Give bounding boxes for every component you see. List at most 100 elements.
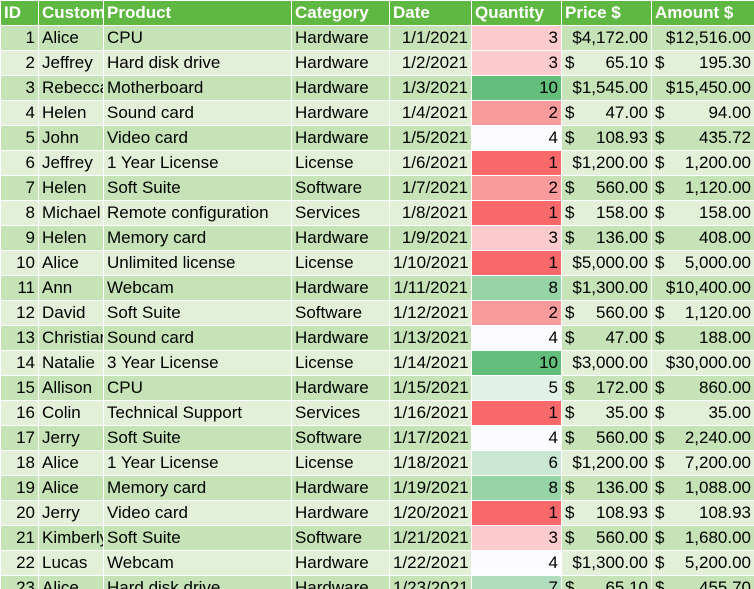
cell-id[interactable]: 20 bbox=[0, 500, 39, 526]
column-header-product[interactable]: Product bbox=[103, 0, 292, 26]
cell-id[interactable]: 15 bbox=[0, 375, 39, 401]
cell-product[interactable]: 1 Year License bbox=[103, 450, 292, 476]
cell-id[interactable]: 3 bbox=[0, 75, 39, 101]
cell-date[interactable]: 1/6/2021 bbox=[389, 150, 472, 176]
cell-amount[interactable]: $1,680.00 bbox=[651, 525, 754, 551]
cell-quantity[interactable]: 3 bbox=[471, 225, 562, 251]
cell-category[interactable]: Hardware bbox=[291, 500, 390, 526]
cell-category[interactable]: Hardware bbox=[291, 575, 390, 589]
cell-amount[interactable]: $195.30 bbox=[651, 50, 754, 76]
cell-customer[interactable]: Jeffrey bbox=[38, 150, 104, 176]
cell-customer[interactable]: Jerry bbox=[38, 500, 104, 526]
cell-customer[interactable]: Allison bbox=[38, 375, 104, 401]
column-header-price[interactable]: Price $ bbox=[561, 0, 652, 26]
cell-quantity[interactable]: 1 bbox=[471, 250, 562, 276]
cell-quantity[interactable]: 5 bbox=[471, 375, 562, 401]
cell-customer[interactable]: John bbox=[38, 125, 104, 151]
cell-amount[interactable]: $7,200.00 bbox=[651, 450, 754, 476]
column-header-id[interactable]: ID bbox=[0, 0, 39, 26]
column-header-customer[interactable]: Custome bbox=[38, 0, 104, 26]
cell-price[interactable]: $1,300.00 bbox=[561, 275, 652, 301]
cell-quantity[interactable]: 4 bbox=[471, 550, 562, 576]
cell-amount[interactable]: $35.00 bbox=[651, 400, 754, 426]
cell-category[interactable]: Services bbox=[291, 400, 390, 426]
cell-category[interactable]: Software bbox=[291, 425, 390, 451]
cell-amount[interactable]: $2,240.00 bbox=[651, 425, 754, 451]
cell-product[interactable]: Motherboard bbox=[103, 75, 292, 101]
cell-date[interactable]: 1/1/2021 bbox=[389, 25, 472, 51]
cell-product[interactable]: CPU bbox=[103, 25, 292, 51]
cell-id[interactable]: 9 bbox=[0, 225, 39, 251]
cell-category[interactable]: Hardware bbox=[291, 100, 390, 126]
cell-product[interactable]: Soft Suite bbox=[103, 525, 292, 551]
cell-quantity[interactable]: 3 bbox=[471, 525, 562, 551]
cell-price[interactable]: $136.00 bbox=[561, 225, 652, 251]
cell-price[interactable]: $158.00 bbox=[561, 200, 652, 226]
cell-product[interactable]: Hard disk drive bbox=[103, 575, 292, 589]
column-header-category[interactable]: Category bbox=[291, 0, 390, 26]
cell-id[interactable]: 17 bbox=[0, 425, 39, 451]
cell-category[interactable]: Services bbox=[291, 200, 390, 226]
cell-customer[interactable]: Helen bbox=[38, 225, 104, 251]
cell-category[interactable]: Hardware bbox=[291, 225, 390, 251]
cell-price[interactable]: $1,200.00 bbox=[561, 150, 652, 176]
cell-id[interactable]: 13 bbox=[0, 325, 39, 351]
cell-price[interactable]: $172.00 bbox=[561, 375, 652, 401]
cell-product[interactable]: Sound card bbox=[103, 100, 292, 126]
cell-product[interactable]: Soft Suite bbox=[103, 425, 292, 451]
cell-amount[interactable]: $94.00 bbox=[651, 100, 754, 126]
cell-date[interactable]: 1/4/2021 bbox=[389, 100, 472, 126]
cell-date[interactable]: 1/13/2021 bbox=[389, 325, 472, 351]
cell-price[interactable]: $560.00 bbox=[561, 300, 652, 326]
column-header-date[interactable]: Date bbox=[389, 0, 472, 26]
cell-price[interactable]: $1,545.00 bbox=[561, 75, 652, 101]
cell-customer[interactable]: Lucas bbox=[38, 550, 104, 576]
cell-amount[interactable]: $30,000.00 bbox=[651, 350, 754, 376]
cell-quantity[interactable]: 1 bbox=[471, 500, 562, 526]
cell-quantity[interactable]: 10 bbox=[471, 75, 562, 101]
cell-customer[interactable]: Jerry bbox=[38, 425, 104, 451]
cell-price[interactable]: $108.93 bbox=[561, 500, 652, 526]
cell-id[interactable]: 18 bbox=[0, 450, 39, 476]
cell-customer[interactable]: Alice bbox=[38, 575, 104, 589]
cell-product[interactable]: Video card bbox=[103, 125, 292, 151]
cell-category[interactable]: Hardware bbox=[291, 25, 390, 51]
cell-product[interactable]: Unlimited license bbox=[103, 250, 292, 276]
cell-id[interactable]: 21 bbox=[0, 525, 39, 551]
cell-category[interactable]: License bbox=[291, 350, 390, 376]
cell-product[interactable]: CPU bbox=[103, 375, 292, 401]
cell-quantity[interactable]: 4 bbox=[471, 125, 562, 151]
cell-date[interactable]: 1/22/2021 bbox=[389, 550, 472, 576]
cell-customer[interactable]: Michael bbox=[38, 200, 104, 226]
cell-category[interactable]: Software bbox=[291, 525, 390, 551]
cell-customer[interactable]: Alice bbox=[38, 25, 104, 51]
cell-price[interactable]: $136.00 bbox=[561, 475, 652, 501]
cell-category[interactable]: Hardware bbox=[291, 550, 390, 576]
cell-quantity[interactable]: 10 bbox=[471, 350, 562, 376]
cell-quantity[interactable]: 3 bbox=[471, 25, 562, 51]
cell-quantity[interactable]: 3 bbox=[471, 50, 562, 76]
cell-amount[interactable]: $1,120.00 bbox=[651, 175, 754, 201]
cell-amount[interactable]: $1,200.00 bbox=[651, 150, 754, 176]
cell-price[interactable]: $47.00 bbox=[561, 325, 652, 351]
cell-customer[interactable]: Christian bbox=[38, 325, 104, 351]
cell-customer[interactable]: Helen bbox=[38, 100, 104, 126]
cell-customer[interactable]: Ann bbox=[38, 275, 104, 301]
cell-category[interactable]: Hardware bbox=[291, 50, 390, 76]
cell-category[interactable]: Hardware bbox=[291, 75, 390, 101]
cell-date[interactable]: 1/23/2021 bbox=[389, 575, 472, 589]
cell-id[interactable]: 12 bbox=[0, 300, 39, 326]
cell-price[interactable]: $560.00 bbox=[561, 175, 652, 201]
cell-quantity[interactable]: 6 bbox=[471, 450, 562, 476]
cell-quantity[interactable]: 4 bbox=[471, 325, 562, 351]
cell-quantity[interactable]: 2 bbox=[471, 175, 562, 201]
cell-amount[interactable]: $188.00 bbox=[651, 325, 754, 351]
cell-quantity[interactable]: 2 bbox=[471, 100, 562, 126]
cell-product[interactable]: Video card bbox=[103, 500, 292, 526]
cell-quantity[interactable]: 8 bbox=[471, 275, 562, 301]
cell-amount[interactable]: $435.72 bbox=[651, 125, 754, 151]
cell-id[interactable]: 22 bbox=[0, 550, 39, 576]
cell-customer[interactable]: Kimberly bbox=[38, 525, 104, 551]
cell-id[interactable]: 1 bbox=[0, 25, 39, 51]
cell-id[interactable]: 7 bbox=[0, 175, 39, 201]
